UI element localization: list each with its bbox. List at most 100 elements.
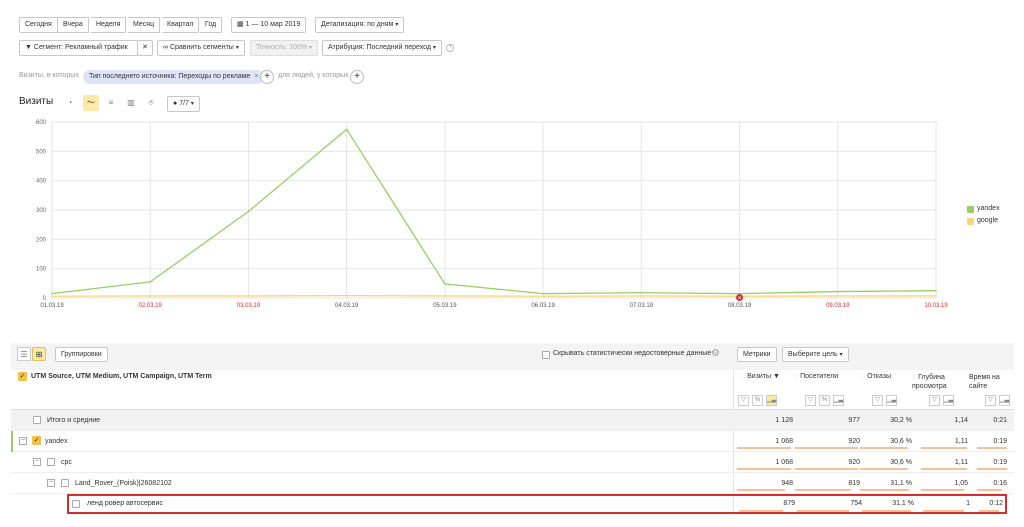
bar-toggle-icon[interactable]: ▁▃ <box>943 395 954 406</box>
filter-icon[interactable]: ▽ <box>738 395 749 406</box>
data-point-yandex <box>444 283 446 285</box>
info-icon: ◌ <box>861 373 866 380</box>
collapse-icon[interactable]: − <box>19 437 27 445</box>
help-icon[interactable]: ? <box>446 44 454 52</box>
period-quarter-button[interactable]: Квартал <box>162 17 200 33</box>
line-chart-icon[interactable]: 〜 <box>83 95 99 111</box>
legend-label-yandex: yandex <box>977 205 1000 212</box>
chevron-down-icon: ▾ <box>190 101 194 107</box>
goal-dropdown[interactable]: Выберите цель ▾ <box>782 347 849 362</box>
filter-icon[interactable]: ▽ <box>872 395 883 406</box>
percent-icon[interactable]: % <box>819 395 830 406</box>
bar-toggle-icon[interactable]: ▁▃ <box>833 395 844 406</box>
filter-icon[interactable]: ▽ <box>985 395 996 406</box>
collapse-icon[interactable]: − <box>33 458 41 466</box>
compare-segments-dropdown[interactable]: ∞ Сравнить сегменты ▾ <box>157 40 245 56</box>
y-tick-label: 400 <box>36 179 47 185</box>
add-visit-condition-button[interactable]: + <box>260 70 274 84</box>
period-yesterday-button[interactable]: Вчера <box>58 17 89 33</box>
attribution-dropdown[interactable]: Атрибуция: Последний переход ▾ <box>322 40 443 56</box>
visitors-bar <box>795 468 858 470</box>
table-row-keyword[interactable]: ленд ровер автосервис 879 754 31,1 % 1 0… <box>67 494 1007 514</box>
tree-view-icon[interactable]: ⊞ <box>32 347 46 361</box>
metrics-button[interactable]: Метрики <box>737 347 777 362</box>
clear-segment-button[interactable]: ✕ <box>137 40 153 56</box>
visitors-bar <box>795 447 858 449</box>
period-week-button[interactable]: Неделя <box>91 17 127 33</box>
groupings-button[interactable]: Группировки <box>55 347 108 362</box>
y-tick-label: 500 <box>36 149 47 155</box>
pie-chart-icon[interactable]: ◔ <box>62 95 78 111</box>
bar-chart-icon[interactable]: ▥ <box>123 95 139 111</box>
goal-label: Выберите цель <box>788 351 838 358</box>
period-month-button[interactable]: Месяц <box>128 17 161 33</box>
segment-dropdown[interactable]: ▼ Сегмент: Рекламный трафик <box>19 40 138 56</box>
accuracy-dropdown[interactable]: Точность: 100% ▾ <box>250 40 319 56</box>
filter-icon[interactable]: ▽ <box>929 395 940 406</box>
x-tick-label: 01.03.19 <box>40 303 64 309</box>
row-name: ленд ровер автосервис <box>87 500 163 507</box>
bar-toggle-icon[interactable]: ▁▃ <box>886 395 897 406</box>
list-view-icon[interactable]: ☰ <box>17 347 31 361</box>
row-name: cpc <box>61 459 72 466</box>
row-name: Land_Rover_(Poisk)|26082102 <box>75 480 172 487</box>
visitors-bar <box>797 510 849 512</box>
row-checkbox[interactable] <box>72 500 80 508</box>
depth-bar <box>923 510 964 512</box>
x-tick-label: 03.03.19 <box>237 303 261 309</box>
depth-bar <box>921 489 964 491</box>
table-row-campaign[interactable]: − Land_Rover_(Poisk)|26082102 948 819 31… <box>11 473 1014 494</box>
condition-pill[interactable]: Тип последнего источника: Переходы по ре… <box>83 70 265 84</box>
date-range-label: 1 — 10 мар 2019 <box>245 21 301 28</box>
hide-unreliable-checkbox[interactable] <box>542 351 550 359</box>
row-checkbox[interactable]: ✓ <box>32 436 41 445</box>
annotation-marker-glyph: ✕ <box>737 296 741 302</box>
visits-in-which-label: Визиты, в которых <box>19 72 79 79</box>
map-pin-icon[interactable]: ⌾ <box>143 95 159 111</box>
bar-toggle-icon[interactable]: ▁▃ <box>999 395 1010 406</box>
accuracy-label: Точность: 100% <box>256 44 308 51</box>
percent-icon[interactable]: % <box>752 395 763 406</box>
col-visitors-header[interactable]: ◌ Посетители <box>794 373 838 380</box>
period-today-button[interactable]: Сегодня <box>19 17 58 33</box>
chart-title: Визиты <box>19 96 54 107</box>
add-people-condition-button[interactable]: + <box>350 70 364 84</box>
col-depth-header[interactable]: ◌ Глубина просмотра <box>912 373 960 391</box>
date-range-button[interactable]: ▦ 1 — 10 мар 2019 <box>231 17 307 33</box>
legend-swatch-yandex <box>967 206 974 213</box>
table-row-yandex[interactable]: − ✓ yandex 1 068 920 30,6 % 1,11 0:19 <box>11 431 1014 452</box>
close-icon[interactable]: × <box>254 73 258 80</box>
col-visits-header[interactable]: ◌ Визиты ▼ <box>741 373 780 380</box>
x-tick-label: 08.03.19 <box>728 303 752 309</box>
series-selector-dropdown[interactable]: ● 7/7 ▾ <box>167 96 200 112</box>
visits-bar <box>739 510 783 512</box>
gear-icon[interactable]: ⚙ <box>711 348 720 359</box>
x-tick-label: 04.03.19 <box>335 303 359 309</box>
area-chart-icon[interactable]: ≡ <box>103 95 119 111</box>
col-visitors-label: Посетители <box>800 373 839 380</box>
x-tick-label: 07.03.19 <box>630 303 654 309</box>
data-point-google <box>149 295 152 297</box>
data-point-yandex <box>345 128 348 131</box>
data-point-google <box>345 294 348 297</box>
series-line-google <box>51 295 936 297</box>
col-time-header[interactable]: Время на сайте <box>969 373 1005 391</box>
dims-checkbox[interactable]: ✓ <box>18 372 27 381</box>
row-checkbox[interactable] <box>61 479 69 487</box>
row-checkbox[interactable] <box>33 416 41 424</box>
cell-visitors: 977 <box>848 417 860 424</box>
bar-toggle-icon[interactable]: ▁▃ <box>766 395 777 406</box>
period-year-button[interactable]: Год <box>200 17 223 33</box>
info-icon: ◌ <box>741 373 746 380</box>
chevron-down-icon: ▾ <box>309 45 313 51</box>
chevron-down-icon: ▾ <box>235 45 239 51</box>
row-checkbox[interactable] <box>47 458 55 466</box>
detail-dropdown[interactable]: Детализация: по дням ▾ <box>315 17 405 33</box>
table-row-cpc[interactable]: − cpc 1 068 920 30,6 % 1,11 0:19 <box>11 452 1014 473</box>
row-name: Итого и средние <box>47 417 101 424</box>
sort-desc-icon: ▼ <box>773 373 780 380</box>
col-bounce-header[interactable]: ◌ Отказы <box>861 373 891 380</box>
filter-icon[interactable]: ▽ <box>805 395 816 406</box>
cell-time: 0:21 <box>993 417 1007 424</box>
collapse-icon[interactable]: − <box>47 479 55 487</box>
